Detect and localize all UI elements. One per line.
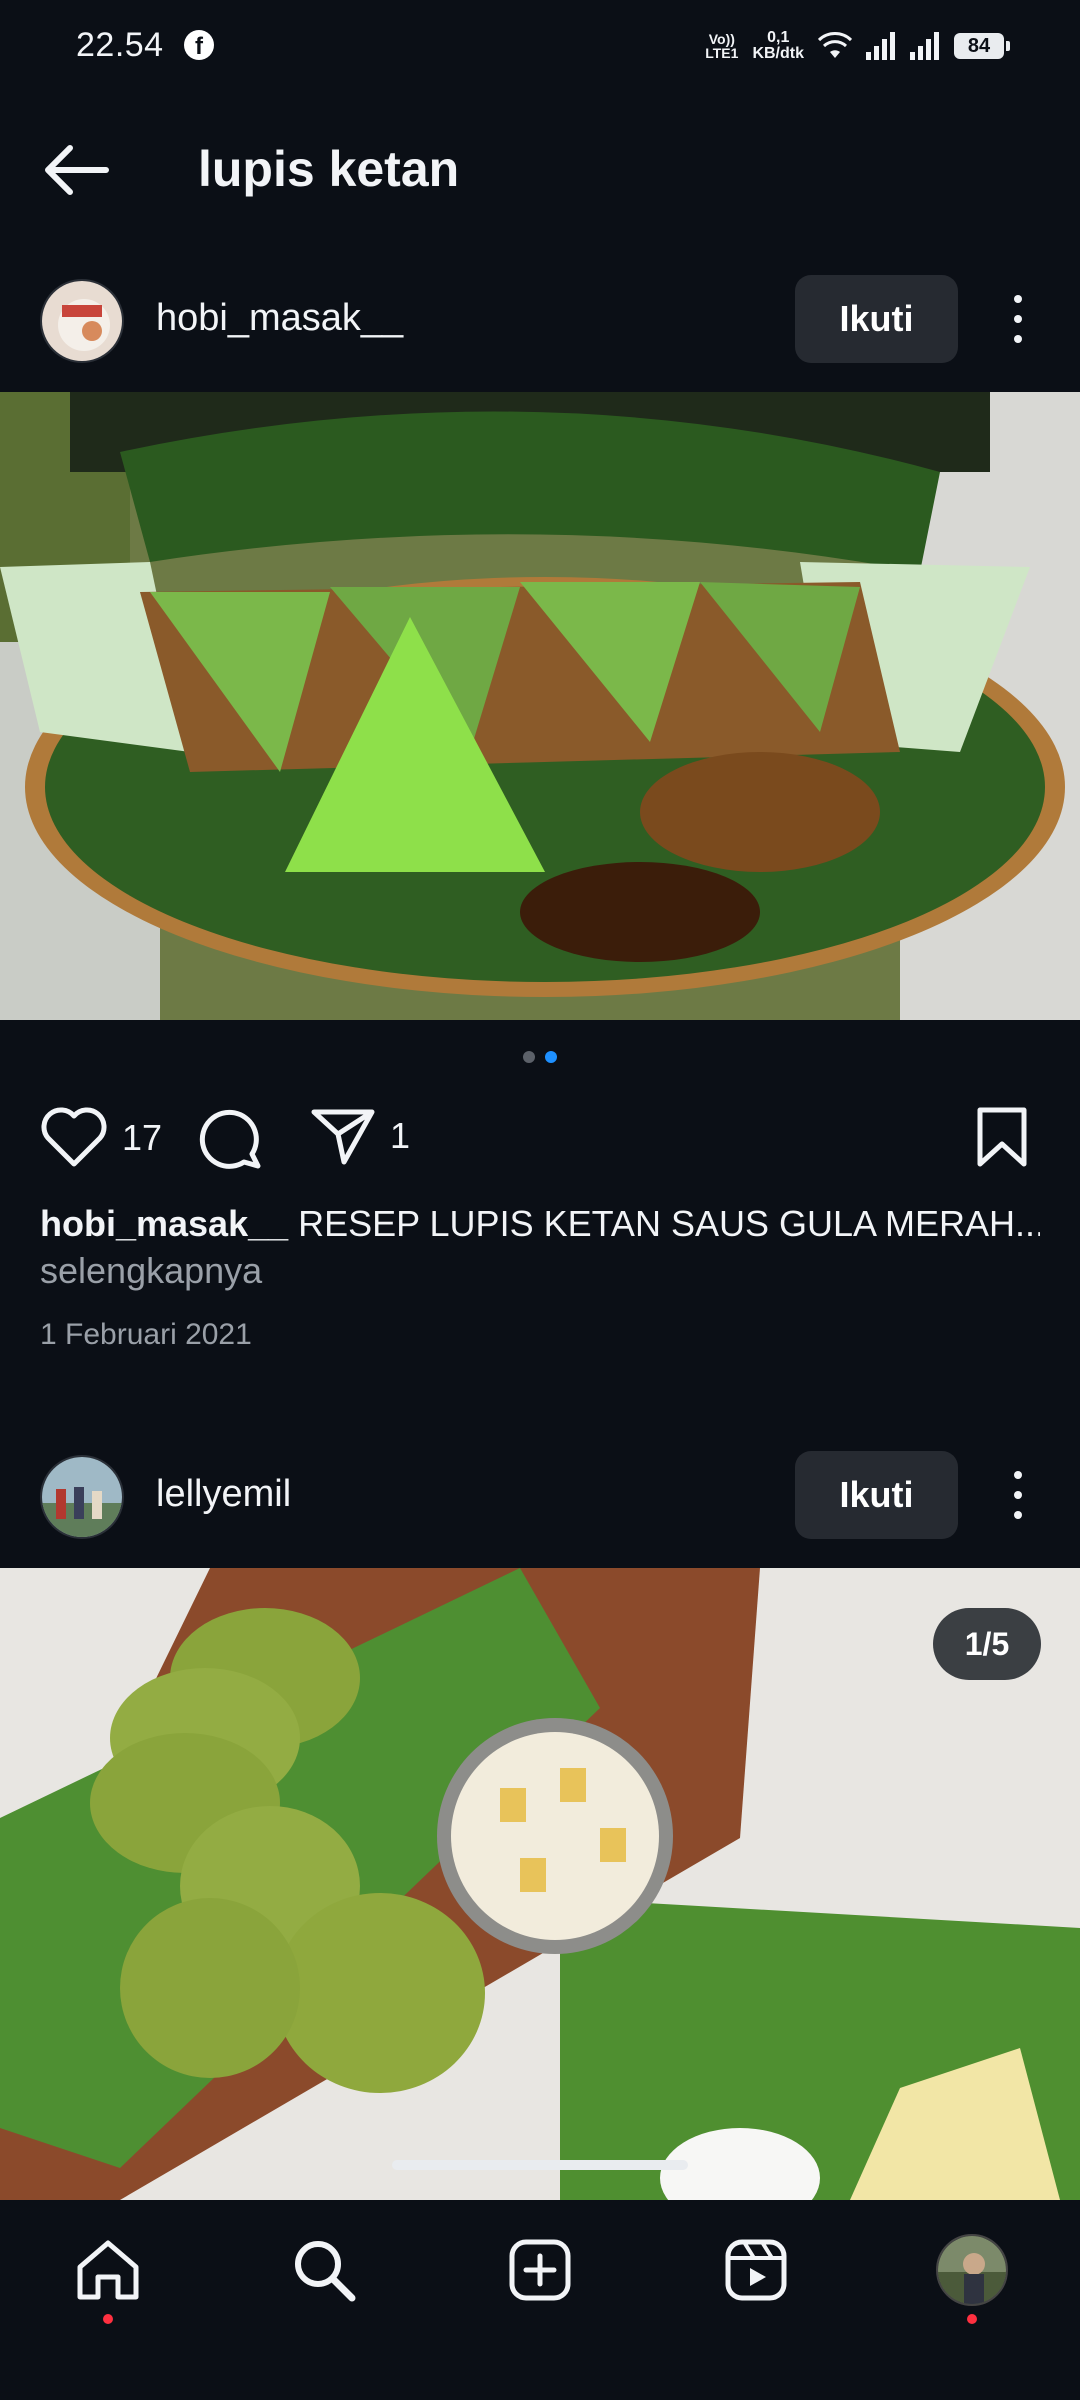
- nav-home[interactable]: [68, 2230, 148, 2324]
- nav-reels[interactable]: [716, 2230, 796, 2310]
- nav-create[interactable]: [500, 2230, 580, 2310]
- caption-text: RESEP LUPIS KETAN SAUS GULA MERAH...: [288, 1203, 1040, 1244]
- more-options-icon[interactable]: [998, 1463, 1038, 1527]
- battery-indicator: 84: [954, 33, 1010, 59]
- klepon-photo: [0, 1568, 1080, 2200]
- more-options-icon[interactable]: [998, 287, 1038, 351]
- carousel-dot-active: [545, 1051, 557, 1063]
- follow-button[interactable]: Ikuti: [795, 1451, 958, 1539]
- post-image[interactable]: [0, 392, 1080, 1020]
- share-button[interactable]: 1: [310, 1106, 410, 1166]
- like-button[interactable]: 17: [40, 1106, 162, 1170]
- avatar-image: [42, 1457, 122, 1537]
- reels-icon: [725, 2239, 787, 2301]
- nav-search[interactable]: [284, 2230, 364, 2310]
- follow-button[interactable]: Ikuti: [795, 275, 958, 363]
- avatar[interactable]: [40, 1455, 124, 1539]
- home-indicator[interactable]: [392, 2160, 688, 2170]
- caption-username[interactable]: hobi_masak__: [40, 1203, 288, 1244]
- avatar-image: [42, 281, 122, 361]
- username[interactable]: hobi_masak__: [156, 297, 403, 340]
- post-actions: 17 1: [0, 1096, 1080, 1180]
- save-button[interactable]: [976, 1106, 1028, 1168]
- post-header: hobi_masak__ Ikuti: [0, 259, 1080, 379]
- lupis-photo: [0, 392, 1080, 1020]
- status-time: 22.54: [76, 26, 164, 64]
- more-link[interactable]: selengkapnya: [40, 1250, 262, 1292]
- page-title: lupis ketan: [198, 141, 460, 197]
- status-bar: 22.54 f Vo)) LTE1 0,1 KB/dtk 84: [0, 0, 1080, 96]
- network-speed-unit: KB/dtk: [752, 45, 804, 62]
- back-button[interactable]: [40, 142, 112, 198]
- lte-label: LTE1: [705, 45, 739, 61]
- volte-label: Vo)): [708, 31, 735, 47]
- heart-icon: [41, 1107, 107, 1167]
- post-header: lellyemil Ikuti: [0, 1435, 1080, 1555]
- create-icon: [509, 2239, 571, 2301]
- notification-dot: [967, 2314, 977, 2324]
- username[interactable]: lellyemil: [156, 1473, 291, 1516]
- wifi-icon: [818, 32, 852, 58]
- network-speed-value: 0,1: [767, 29, 790, 46]
- post-caption: hobi_masak__ RESEP LUPIS KETAN SAUS GULA…: [40, 1200, 1040, 1248]
- page-header: lupis ketan: [0, 110, 1080, 230]
- volte-indicator: Vo)) LTE1: [705, 32, 738, 60]
- post-date: 1 Februari 2021: [40, 1318, 252, 1351]
- bookmark-icon: [977, 1107, 1027, 1167]
- facebook-notification-icon: f: [184, 30, 214, 60]
- like-count: 17: [122, 1117, 163, 1158]
- post-image[interactable]: [0, 1568, 1080, 2200]
- profile-avatar: [936, 2234, 1008, 2306]
- send-icon: [311, 1109, 375, 1165]
- status-indicators: Vo)) LTE1 0,1 KB/dtk 84: [705, 24, 1010, 68]
- network-speed: 0,1 KB/dtk: [752, 30, 804, 62]
- signal-icon-sim2: [910, 32, 939, 60]
- notification-dot: [103, 2314, 113, 2324]
- share-count: 1: [390, 1115, 411, 1156]
- carousel-dot: [523, 1051, 535, 1063]
- bottom-nav: [0, 2200, 1080, 2400]
- signal-icon-sim1: [866, 32, 895, 60]
- carousel-indicator: [0, 1051, 1080, 1063]
- arrow-left-icon: [45, 145, 109, 195]
- search-icon: [295, 2241, 356, 2302]
- carousel-counter: 1/5: [933, 1608, 1041, 1680]
- comment-button[interactable]: [198, 1106, 264, 1170]
- home-icon: [77, 2240, 139, 2300]
- comment-icon: [199, 1109, 261, 1169]
- nav-profile[interactable]: [932, 2230, 1012, 2324]
- avatar[interactable]: [40, 279, 124, 363]
